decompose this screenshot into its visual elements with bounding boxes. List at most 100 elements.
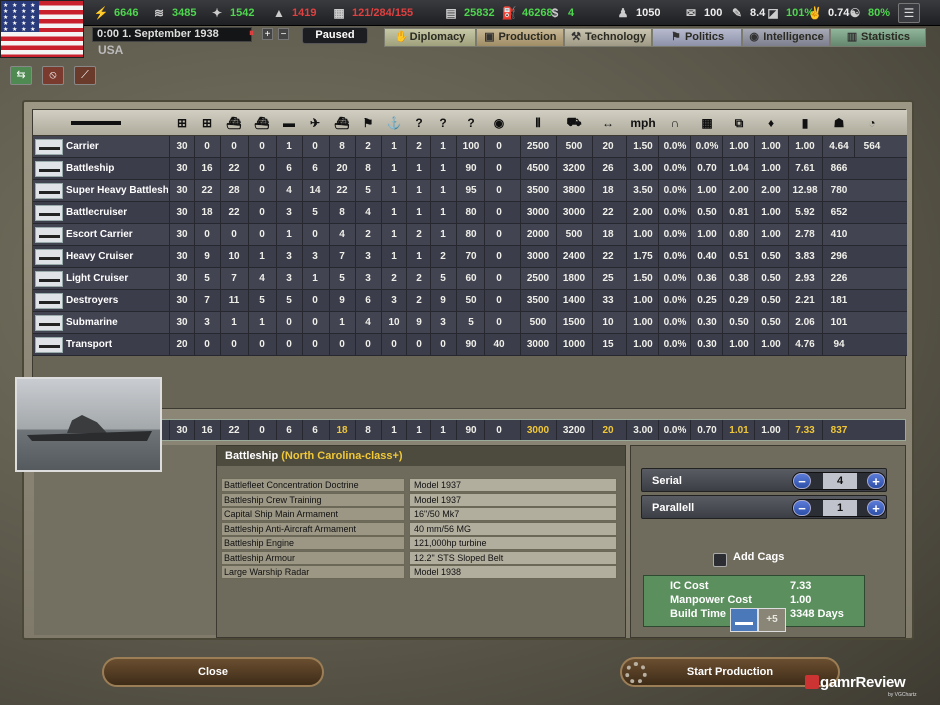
- stat-cell: 0.0%: [663, 339, 687, 350]
- column-header-icon[interactable]: ⧉: [723, 110, 755, 136]
- stat-cell: 30: [176, 185, 188, 196]
- column-header-icon[interactable]: ⛟: [557, 110, 591, 136]
- component-row[interactable]: Battlefleet Concentration Doctrine Model …: [221, 478, 617, 492]
- close-button[interactable]: Close: [102, 657, 324, 687]
- serial-increment-button[interactable]: +: [867, 473, 885, 489]
- watermark-sub: by VGChartz: [888, 692, 917, 698]
- column-header-icon[interactable]: ◉: [485, 110, 513, 136]
- resource-rare-materials[interactable]: ✦ 1542: [208, 3, 255, 23]
- table-row[interactable]: Light Cruiser 30 5 7 4 3 1 5 3 2 2 5 60 0 2500 1800 25 1.…: [33, 268, 907, 290]
- pause-status[interactable]: Paused: [302, 27, 368, 44]
- table-row[interactable]: Super Heavy Battleship 30 22 28 0 4 14 22 5 1 1 1 95…: [33, 180, 907, 202]
- column-header-icon[interactable]: ▮: [789, 110, 821, 136]
- column-header-icon[interactable]: mph: [627, 110, 659, 136]
- add-cags-checkbox[interactable]: [713, 553, 727, 567]
- resource-diplomacy[interactable]: ✉ 100: [682, 3, 722, 23]
- parallel-decrement-button[interactable]: −: [793, 500, 811, 516]
- stat-cell: 0: [496, 425, 502, 436]
- resource-metal[interactable]: ≋ 3485: [150, 3, 197, 23]
- component-name: Battlefleet Concentration Doctrine: [221, 478, 405, 492]
- queue-plus-five-button[interactable]: +5: [758, 608, 786, 632]
- parallel-value: 1: [823, 500, 857, 516]
- table-row[interactable]: Battleship 30 16 22 0 6 6 20 8 1 1 1 90 0 4500 3200 26 3.…: [33, 158, 907, 180]
- ic-icon: ▦: [333, 6, 345, 20]
- component-row[interactable]: Large Warship Radar Model 1938: [221, 565, 617, 579]
- speed-down-button[interactable]: −: [278, 28, 289, 40]
- resource-national-unity[interactable]: ✌ 0.74: [806, 3, 850, 23]
- stat-cell: 6: [312, 425, 318, 436]
- component-row[interactable]: Battleship Armour 12.2" STS Sloped Belt: [221, 550, 617, 565]
- stat-cell: 1: [416, 251, 422, 262]
- stat-cell: 0: [496, 185, 502, 196]
- table-row[interactable]: Battlecruiser 30 18 22 0 3 5 8 4 1 1 1 80 0 3000 3000 22…: [33, 202, 907, 224]
- column-header-icon[interactable]: ⊞: [195, 110, 219, 136]
- column-header-icon[interactable]: ?: [407, 110, 431, 136]
- resource-money[interactable]: $4: [546, 3, 574, 23]
- country-flag[interactable]: ★ ★ ★ ★ ★ ★ ★ ★ ★ ★ ★ ★ ★ ★ ★ ★ ★ ★ ★ ★ …: [0, 0, 84, 58]
- unit-name: Super Heavy Battleship: [66, 185, 168, 196]
- unit-type-header[interactable]: [71, 121, 121, 125]
- column-header-icon[interactable]: ✈: [303, 110, 327, 136]
- stat-cell: 1000: [562, 339, 586, 350]
- table-row[interactable]: Escort Carrier 30 0 0 0 1 0 4 2 1 2 1 80 0 2000 500 18 1.…: [33, 224, 907, 246]
- stat-cell: 837: [830, 425, 848, 436]
- column-header-icon[interactable]: ↔: [593, 110, 623, 136]
- menu-icon[interactable]: ☰: [898, 3, 920, 23]
- column-header-icon[interactable]: ⚑: [356, 110, 380, 136]
- tab-technology[interactable]: ⚒ Technology: [564, 28, 652, 47]
- army-units-button[interactable]: ⦸: [42, 66, 64, 85]
- stat-cell: 3000: [562, 207, 586, 218]
- component-row[interactable]: Battleship Anti-Aircraft Armament 40 mm/5…: [221, 521, 617, 536]
- resource-leadership[interactable]: ✎ 8.4: [728, 3, 765, 23]
- table-row[interactable]: Submarine 30 3 1 1 0 0 1 4 10 9 3 5 0 500 1500 10 1.00 0.0…: [33, 312, 907, 334]
- resource-war-support[interactable]: ☯ 80%: [846, 3, 890, 23]
- unit-name: Heavy Cruiser: [66, 251, 134, 262]
- air-units-button[interactable]: ⟋: [74, 66, 96, 85]
- column-header-icon[interactable]: ⛴: [330, 110, 354, 136]
- column-header-icon[interactable]: ⊞: [170, 110, 194, 136]
- resource-supplies[interactable]: ▤ 25832: [442, 3, 494, 23]
- resource-ic[interactable]: ▦ 121/284/155: [330, 3, 413, 23]
- parallel-label: Parallell: [652, 502, 695, 514]
- column-header-icon[interactable]: ?: [457, 110, 485, 136]
- stat-cell: 2: [365, 229, 371, 240]
- tab-statistics[interactable]: ▥ Statistics: [830, 28, 926, 47]
- resource-energy[interactable]: ⚡ 6646: [92, 3, 139, 23]
- column-header-icon[interactable]: ⛴: [249, 110, 275, 136]
- component-row[interactable]: Battleship Engine 121,000hp turbine: [221, 536, 617, 550]
- resource-fuel[interactable]: ⛽ 46268: [500, 3, 553, 23]
- resource-oil[interactable]: ▲ 1419: [270, 3, 316, 23]
- speed-up-button[interactable]: +: [262, 28, 273, 40]
- column-header-icon[interactable]: ⛴: [221, 110, 247, 136]
- column-header-icon[interactable]: ▬: [277, 110, 301, 136]
- column-header-icon[interactable]: ▦: [691, 110, 723, 136]
- component-row[interactable]: Capital Ship Main Armament 16"/50 Mk7: [221, 507, 617, 521]
- tab-production[interactable]: ▣ Production: [476, 28, 564, 47]
- stat-cell: 15: [602, 339, 614, 350]
- tab-diplomacy[interactable]: ✋Diplomacy: [384, 28, 476, 47]
- stat-cell: 1.00: [633, 317, 653, 328]
- column-header-icon[interactable]: ◔: [855, 110, 889, 136]
- table-row[interactable]: Destroyers 30 7 11 5 5 0 9 6 3 2 9 50 0 3500 1400 33 1.00…: [33, 290, 907, 312]
- column-header-icon[interactable]: ⚓: [382, 110, 406, 136]
- column-header-icon[interactable]: ♦: [755, 110, 787, 136]
- table-row[interactable]: Transport 20 0 0 0 0 0 0 0 0 0 0 90 40 3000 1000 15 1.00 0…: [33, 334, 907, 356]
- ship-icon: ⇆: [16, 69, 26, 81]
- column-header-icon[interactable]: ?: [431, 110, 455, 136]
- stat-cell: 1: [259, 251, 265, 262]
- tab-intelligence[interactable]: ◉ Intelligence: [742, 28, 830, 47]
- column-header-icon[interactable]: ∩: [659, 110, 691, 136]
- queue-ship-icon[interactable]: [730, 608, 758, 632]
- serial-decrement-button[interactable]: −: [793, 473, 811, 489]
- pause-icon[interactable]: ⏸: [246, 28, 257, 40]
- parallel-increment-button[interactable]: +: [867, 500, 885, 516]
- selected-unit-row[interactable]: Battleship30162206618811190030003200203.…: [32, 419, 906, 441]
- naval-units-button[interactable]: ⇆: [10, 66, 32, 85]
- resource-manpower[interactable]: ♟ 1050: [614, 3, 661, 23]
- column-header-icon[interactable]: ☗: [823, 110, 855, 136]
- table-row[interactable]: Heavy Cruiser 30 9 10 1 3 3 7 3 1 1 2 70 0 3000 2400 22 1…: [33, 246, 907, 268]
- table-row[interactable]: Carrier 30 0 0 0 1 0 8 2 1 2 1 100 0 2500 500 20 1.50 0.0%…: [33, 136, 907, 158]
- component-row[interactable]: Battleship Crew Training Model 1937: [221, 492, 617, 507]
- column-header-icon[interactable]: ⦀: [521, 110, 555, 136]
- tab-politics[interactable]: ⚑ Politics: [652, 28, 742, 47]
